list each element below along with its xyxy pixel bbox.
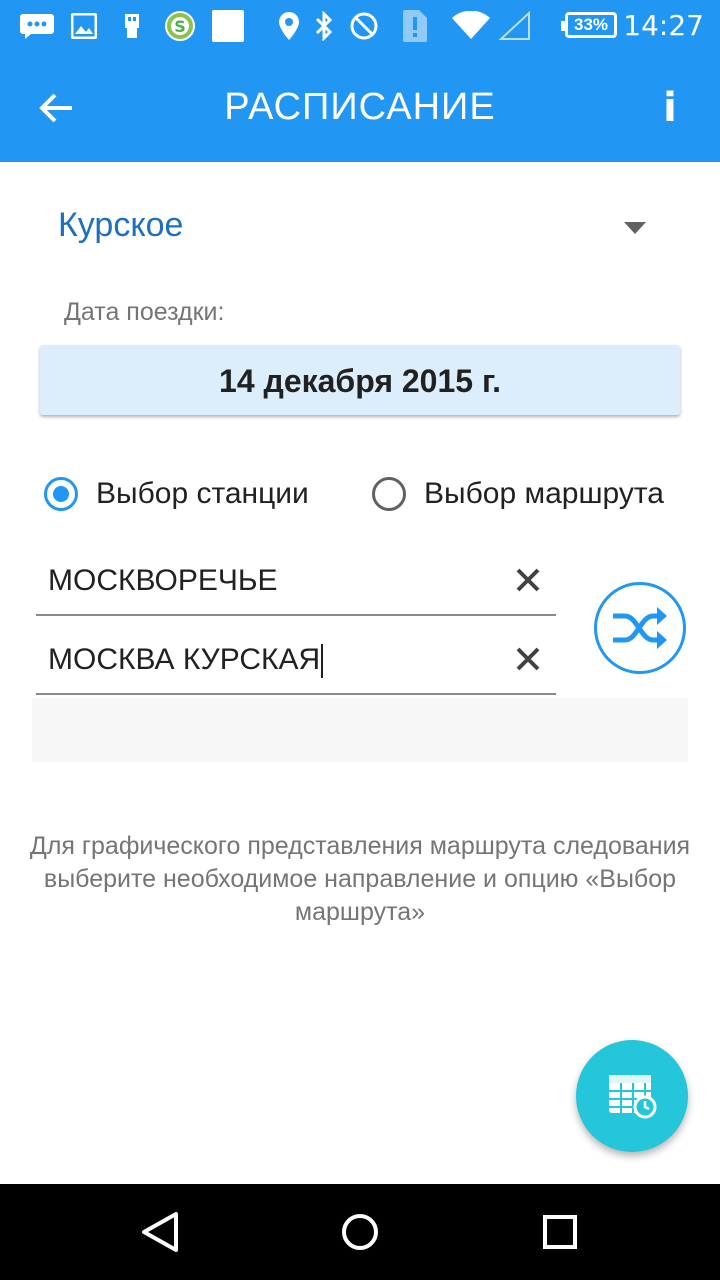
blank-notification-icon — [212, 0, 244, 52]
to-station-field[interactable]: МОСКВА КУРСКАЯ — [36, 635, 556, 695]
message-icon — [18, 0, 56, 52]
clock: 14:27 — [623, 9, 704, 42]
hint-text: Для графического представления маршрута … — [29, 832, 691, 926]
nav-back-button[interactable] — [136, 1208, 184, 1256]
from-station-field[interactable]: МОСКВОРЕЧЬЕ — [36, 556, 556, 616]
radio-route-select[interactable]: Выбор маршрута — [372, 468, 664, 520]
do-not-disturb-icon — [348, 0, 380, 52]
radio-station-select[interactable]: Выбор станции — [44, 468, 309, 520]
back-button[interactable] — [30, 82, 82, 134]
info-button[interactable]: i — [650, 82, 690, 134]
results-area — [32, 698, 688, 762]
home-circle-icon — [342, 1214, 378, 1250]
nav-recents-button[interactable] — [536, 1208, 584, 1256]
date-label: Дата поездки: — [64, 298, 225, 326]
wifi-icon — [450, 0, 492, 52]
arrow-back-icon — [39, 93, 72, 123]
back-triangle-icon — [142, 1212, 178, 1252]
schedule-fab[interactable] — [576, 1040, 688, 1152]
app-bar: РАСПИСАНИЕ i — [0, 52, 720, 162]
alert-icon — [400, 0, 430, 52]
text-cursor — [321, 644, 324, 679]
radio-checked-icon — [44, 477, 78, 511]
close-icon — [516, 647, 540, 671]
to-station-text: МОСКВА КУРСКАЯ — [48, 643, 324, 679]
recents-square-icon — [543, 1215, 577, 1249]
location-icon — [278, 0, 300, 52]
bluetooth-icon — [312, 0, 336, 52]
navigation-bar — [0, 1184, 720, 1280]
radio-label: Выбор станции — [96, 477, 309, 510]
battery-indicator: 33% — [561, 12, 617, 38]
clear-to-button[interactable] — [508, 639, 548, 679]
radio-unchecked-icon — [372, 477, 406, 511]
nav-home-button[interactable] — [336, 1208, 384, 1256]
usb-icon — [120, 0, 144, 52]
dropdown-arrow-icon — [624, 222, 646, 234]
schedule-calendar-icon — [609, 1075, 657, 1119]
image-icon — [70, 0, 98, 52]
status-bar: S 33% 14:27 — [0, 0, 720, 52]
page-title: РАСПИСАНИЕ — [224, 86, 496, 128]
signal-icon — [498, 0, 532, 52]
svg-text:S: S — [174, 17, 186, 36]
date-picker-button[interactable]: 14 декабря 2015 г. — [40, 345, 680, 415]
to-station-value: МОСКВА КУРСКАЯ — [48, 643, 321, 676]
shuffle-icon — [613, 607, 667, 649]
radio-label: Выбор маршрута — [424, 477, 664, 510]
from-station-value: МОСКВОРЕЧЬЕ — [48, 564, 278, 597]
direction-dropdown[interactable]: Курское — [38, 198, 678, 262]
close-icon — [516, 568, 540, 592]
money-app-icon: S — [164, 0, 196, 52]
swap-stations-button[interactable] — [594, 582, 686, 674]
direction-value: Курское — [58, 206, 184, 244]
clear-from-button[interactable] — [508, 560, 548, 600]
